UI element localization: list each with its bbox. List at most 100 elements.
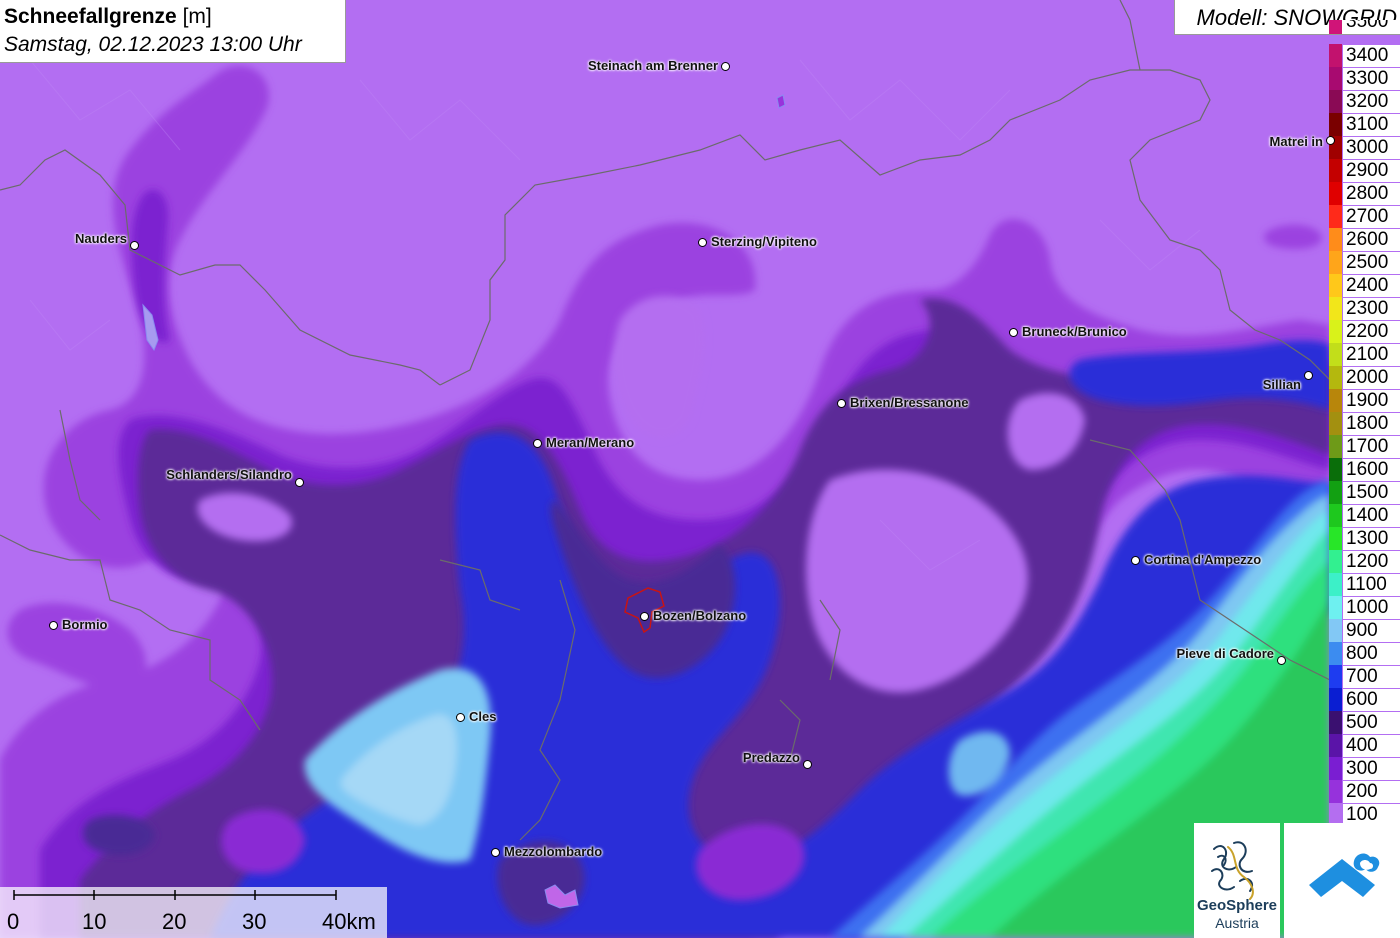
legend-row-3400: 3400 (1329, 44, 1400, 67)
color-legend: 3500 3400 3300 3200 3100 3000 2900 2800 2700 2600… (1329, 20, 1400, 826)
legend-swatch (1329, 573, 1342, 596)
legend-row-3100: 3100 (1329, 113, 1400, 136)
legend-swatch (1329, 665, 1342, 688)
legend-swatch (1329, 619, 1342, 642)
legend-row-1300: 1300 (1329, 527, 1400, 550)
legend-row-partial: 3500 (1329, 20, 1400, 34)
place-marker[interactable] (721, 62, 730, 71)
legend-row-200: 200 (1329, 780, 1400, 803)
place-label: Cortina d'Ampezzo (1144, 552, 1262, 567)
legend-row-2700: 2700 (1329, 205, 1400, 228)
place-label: Sterzing/Vipiteno (711, 234, 817, 249)
map-title-box: Schneefallgrenze [m] Samstag, 02.12.2023… (0, 0, 346, 63)
place-label: Meran/Merano (546, 435, 635, 450)
scale-tick-20: 20 (162, 909, 187, 934)
snow-mountain-icon (1309, 853, 1380, 897)
place-marker[interactable] (49, 621, 58, 630)
geosphere-austria-logo[interactable]: GeoSphere Austria (1194, 823, 1280, 938)
legend-value: 1500 (1343, 482, 1400, 504)
legend-swatch (1329, 435, 1342, 458)
place-label: Schlanders/Silandro (166, 467, 292, 482)
place-marker[interactable] (640, 612, 649, 621)
legend-value: 2500 (1343, 252, 1400, 274)
legend-value: 1900 (1343, 390, 1400, 412)
legend-value: 3300 (1343, 68, 1400, 90)
legend-row-1700: 1700 (1329, 435, 1400, 458)
legend-swatch (1329, 251, 1342, 274)
legend-value: 700 (1343, 666, 1400, 688)
legend-row-1200: 1200 (1329, 550, 1400, 573)
map-datetime: Samstag, 02.12.2023 13:00 Uhr (4, 33, 302, 56)
place-marker[interactable] (456, 713, 465, 722)
legend-swatch (1329, 412, 1342, 435)
legend-row-2600: 2600 (1329, 228, 1400, 251)
scale-tick-0: 0 (7, 909, 20, 934)
place-marker[interactable] (533, 439, 542, 448)
legend-row-1900: 1900 (1329, 389, 1400, 412)
place-marker[interactable] (698, 238, 707, 247)
place-label: Cles (469, 709, 497, 724)
place-marker[interactable] (803, 760, 812, 769)
legend-value: 1800 (1343, 413, 1400, 435)
legend-value: 1300 (1343, 528, 1400, 550)
legend-swatch (1329, 90, 1342, 113)
legend-value: 2300 (1343, 298, 1400, 320)
place-label: Brixen/Bressanone (850, 395, 969, 410)
scale-tick-10: 10 (82, 909, 107, 934)
place-label: Steinach am Brenner (587, 58, 718, 73)
legend-row-2000: 2000 (1329, 366, 1400, 389)
legend-row-2500: 2500 (1329, 251, 1400, 274)
legend-row-500: 500 (1329, 711, 1400, 734)
legend-swatch (1329, 44, 1342, 67)
place-marker[interactable] (1326, 136, 1335, 145)
legend-swatch (1329, 274, 1342, 297)
legend-row-800: 800 (1329, 642, 1400, 665)
legend-value: 600 (1343, 689, 1400, 711)
legend-row-3300: 3300 (1329, 67, 1400, 90)
place-label: Pieve di Cadore (1176, 646, 1274, 661)
place-label: Sillian (1262, 377, 1301, 392)
place-marker[interactable] (837, 399, 846, 408)
legend-value: 1000 (1343, 597, 1400, 619)
place-label: Matrei in (1269, 134, 1323, 149)
legend-row-2300: 2300 (1329, 297, 1400, 320)
legend-value: 3400 (1343, 45, 1400, 67)
legend-swatch (1329, 527, 1342, 550)
legend-swatch (1329, 320, 1342, 343)
legend-swatch (1329, 734, 1342, 757)
legend-row-1500: 1500 (1329, 481, 1400, 504)
legend-value: 2100 (1343, 344, 1400, 366)
legend-swatch (1329, 159, 1342, 182)
place-marker[interactable] (1009, 328, 1018, 337)
place-label: Bruneck/Brunico (1022, 324, 1127, 339)
legend-swatch (1329, 711, 1342, 734)
legend-row-600: 600 (1329, 688, 1400, 711)
place-label: Nauders (74, 231, 127, 246)
legend-row-3200: 3200 (1329, 90, 1400, 113)
legend-row-400: 400 (1329, 734, 1400, 757)
legend-row-2100: 2100 (1329, 343, 1400, 366)
place-marker[interactable] (295, 478, 304, 487)
legend-swatch (1329, 182, 1342, 205)
legend-row-3000: 3000 (1329, 136, 1400, 159)
place-label: Bormio (62, 617, 108, 632)
legend-value: 2800 (1343, 183, 1400, 205)
legend-swatch (1329, 688, 1342, 711)
legend-value: 900 (1343, 620, 1400, 642)
scale-tick-40: 40km (322, 909, 376, 934)
legend-row-700: 700 (1329, 665, 1400, 688)
place-marker[interactable] (130, 241, 139, 250)
place-marker[interactable] (1304, 371, 1313, 380)
legend-row-1400: 1400 (1329, 504, 1400, 527)
legend-row-300: 300 (1329, 757, 1400, 780)
place-marker[interactable] (491, 848, 500, 857)
legend-swatch (1329, 458, 1342, 481)
legend-value: 2000 (1343, 367, 1400, 389)
geosphere-name: GeoSphere (1196, 897, 1278, 914)
legend-row-1800: 1800 (1329, 412, 1400, 435)
place-marker[interactable] (1277, 656, 1286, 665)
app-logo[interactable] (1284, 823, 1400, 938)
legend-swatch (1329, 297, 1342, 320)
legend-swatch (1329, 596, 1342, 619)
place-marker[interactable] (1131, 556, 1140, 565)
